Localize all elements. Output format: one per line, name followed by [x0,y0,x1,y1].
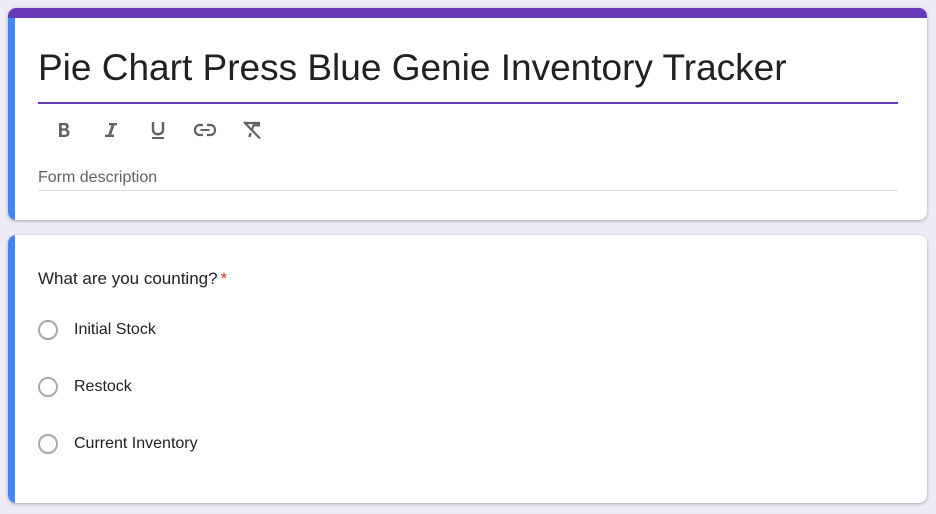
question-card-indicator [8,235,15,503]
option-restock[interactable]: Restock [38,377,132,397]
title-focus-underline [38,102,898,104]
bold-button[interactable] [48,116,80,144]
radio-button[interactable] [38,320,58,340]
question-title: What are you counting? * [38,267,227,291]
radio-button[interactable] [38,434,58,454]
italic-button[interactable] [95,116,127,144]
bold-icon [56,121,72,139]
text-format-toolbar [48,116,283,144]
option-label: Restock [74,378,132,395]
clear-formatting-button[interactable] [236,116,268,144]
radio-button[interactable] [38,377,58,397]
insert-link-button[interactable] [189,116,221,144]
question-text: What are you counting? [38,269,218,288]
underline-button[interactable] [142,116,174,144]
form-title-input[interactable]: Pie Chart Press Blue Genie Inventory Tra… [38,44,787,92]
option-label: Current Inventory [74,435,198,452]
clear-format-icon [241,120,263,140]
option-initial-stock[interactable]: Initial Stock [38,320,156,340]
option-label: Initial Stock [74,321,156,338]
italic-icon [103,121,119,139]
underline-icon [149,120,167,140]
form-description-input[interactable]: Form description [38,168,157,188]
required-marker: * [220,269,228,288]
form-title-card: Pie Chart Press Blue Genie Inventory Tra… [8,8,927,220]
link-icon [193,123,217,137]
option-current-inventory[interactable]: Current Inventory [38,434,198,454]
question-card[interactable]: What are you counting? * Initial Stock Re… [8,235,927,503]
description-underline [38,190,898,191]
card-accent-band [8,8,927,18]
active-card-indicator [8,18,15,220]
